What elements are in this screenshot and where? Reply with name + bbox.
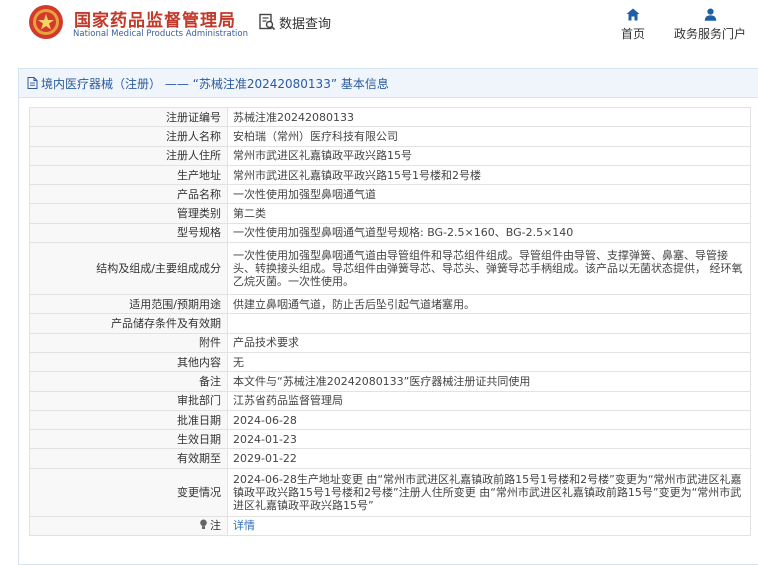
field-label: 生效日期: [29, 429, 228, 450]
table-row: 注册证编号 苏械注准20242080133: [29, 106, 751, 128]
field-label: 适用范围/预期用途: [29, 294, 228, 315]
table-row: 有效期至 2029-01-22: [29, 448, 751, 469]
data-query-icon: [259, 13, 276, 31]
panel-title: 境内医疗器械（注册） —— “苏械注准20242080133” 基本信息: [41, 76, 389, 91]
field-label: 注册人名称: [29, 126, 228, 147]
field-value: 无: [227, 351, 751, 373]
site-name-en: National Medical Products Administration: [73, 29, 248, 39]
field-value: 2024-06-28: [227, 409, 751, 431]
field-label: 注册人住所: [29, 145, 228, 166]
table-row: 结构及组成/主要组成成分 一次性使用加强型鼻咽通气道由导管组件和导芯组件组成。导管…: [29, 242, 751, 296]
nav-service-portal[interactable]: 政务服务门户: [670, 8, 750, 42]
field-label: 生产地址: [29, 164, 228, 186]
data-query-label: 数据查询: [279, 16, 332, 32]
field-value: [227, 313, 751, 334]
table-row: 附件 产品技术要求: [29, 332, 751, 353]
table-row: 注册人名称 安柏瑞（常州）医疗科技有限公司: [29, 126, 751, 147]
note-value-cell: 详情: [227, 515, 751, 537]
table-row: 生效日期 2024-01-23: [29, 429, 751, 450]
nav-home-label: 首页: [620, 27, 645, 41]
table-row: 生产地址 常州市武进区礼嘉镇政平政兴路15号1号楼和2号楼: [29, 164, 751, 186]
field-value: 2029-01-22: [227, 448, 751, 469]
note-row: 注详情: [29, 515, 751, 537]
detail-link[interactable]: 详情: [233, 519, 255, 532]
field-label: 产品储存条件及有效期: [29, 313, 228, 334]
table-row: 变更情况 2024-06-28生产地址变更 由“常州市武进区礼嘉镇政前路15号1号…: [29, 467, 751, 517]
field-value: 供建立鼻咽通气道，防止舌后坠引起气道堵塞用。: [227, 294, 751, 315]
table-row: 审批部门 江苏省药品监督管理局: [29, 390, 751, 411]
field-label: 备注: [29, 371, 228, 392]
table-row: 注册人住所 常州市武进区礼嘉镇政平政兴路15号: [29, 145, 751, 166]
user-icon: [704, 8, 716, 21]
field-label: 其他内容: [29, 351, 228, 373]
table-row: 管理类别 第二类: [29, 203, 751, 224]
lightbulb-icon: [200, 519, 207, 530]
document-icon: [27, 77, 38, 89]
field-label: 变更情况: [29, 467, 228, 517]
field-value: 2024-01-23: [227, 429, 751, 450]
note-label: 注: [210, 519, 221, 533]
field-value: 本文件与“苏械注准20242080133”医疗器械注册证共同使用: [227, 371, 751, 392]
field-value: 一次性使用加强型鼻咽通气道由导管组件和导芯组件组成。导管组件由导管、支撑弹簧、鼻…: [227, 242, 751, 296]
site-header: 国家药品监督管理局 National Medical Products Admi…: [0, 0, 758, 58]
table-row: 适用范围/预期用途 供建立鼻咽通气道，防止舌后坠引起气道堵塞用。: [29, 294, 751, 315]
site-name-cn: 国家药品监督管理局: [74, 11, 236, 31]
field-label: 产品名称: [29, 184, 228, 205]
field-label: 有效期至: [29, 448, 228, 469]
data-query-link[interactable]: 数据查询: [258, 12, 331, 32]
field-label: 审批部门: [29, 390, 228, 411]
nav-service-portal-label: 政务服务门户: [673, 27, 746, 41]
field-label: 型号规格: [29, 222, 228, 244]
field-value: 一次性使用加强型鼻咽通气道型号规格: BG-2.5×160、BG-2.5×140: [227, 222, 751, 244]
field-value: 第二类: [227, 203, 751, 224]
field-label: 管理类别: [29, 203, 228, 224]
table-row: 批准日期 2024-06-28: [29, 409, 751, 431]
nav-home[interactable]: 首页: [603, 8, 663, 42]
field-value: 苏械注准20242080133: [227, 106, 751, 128]
field-label: 注册证编号: [29, 106, 228, 128]
panel-header: 境内医疗器械（注册） —— “苏械注准20242080133” 基本信息: [19, 69, 758, 98]
registration-info-table: 注册证编号 苏械注准20242080133 注册人名称 安柏瑞（常州）医疗科技有限公司…: [29, 106, 751, 537]
field-label: 结构及组成/主要组成成分: [29, 242, 228, 296]
table-row: 产品名称 一次性使用加强型鼻咽通气道: [29, 184, 751, 205]
emblem-logo-icon: [29, 5, 63, 39]
table-row: 产品储存条件及有效期: [29, 313, 751, 334]
detail-panel: 境内医疗器械（注册） —— “苏械注准20242080133” 基本信息 注册证…: [18, 68, 758, 565]
note-label-cell: 注: [29, 515, 228, 537]
field-value: 江苏省药品监督管理局: [227, 390, 751, 411]
field-value: 常州市武进区礼嘉镇政平政兴路15号: [227, 145, 751, 166]
field-label: 附件: [29, 332, 228, 353]
field-value: 2024-06-28生产地址变更 由“常州市武进区礼嘉镇政前路15号1号楼和2号…: [227, 467, 751, 517]
field-value: 一次性使用加强型鼻咽通气道: [227, 184, 751, 205]
field-value: 产品技术要求: [227, 332, 751, 353]
table-row: 其他内容无: [29, 351, 751, 373]
table-row: 备注 本文件与“苏械注准20242080133”医疗器械注册证共同使用: [29, 371, 751, 392]
table-row: 型号规格 一次性使用加强型鼻咽通气道型号规格: BG-2.5×160、BG-2.5…: [29, 222, 751, 244]
home-icon: [626, 8, 640, 21]
field-value: 安柏瑞（常州）医疗科技有限公司: [227, 126, 751, 147]
field-label: 批准日期: [29, 409, 228, 431]
field-value: 常州市武进区礼嘉镇政平政兴路15号1号楼和2号楼: [227, 164, 751, 186]
